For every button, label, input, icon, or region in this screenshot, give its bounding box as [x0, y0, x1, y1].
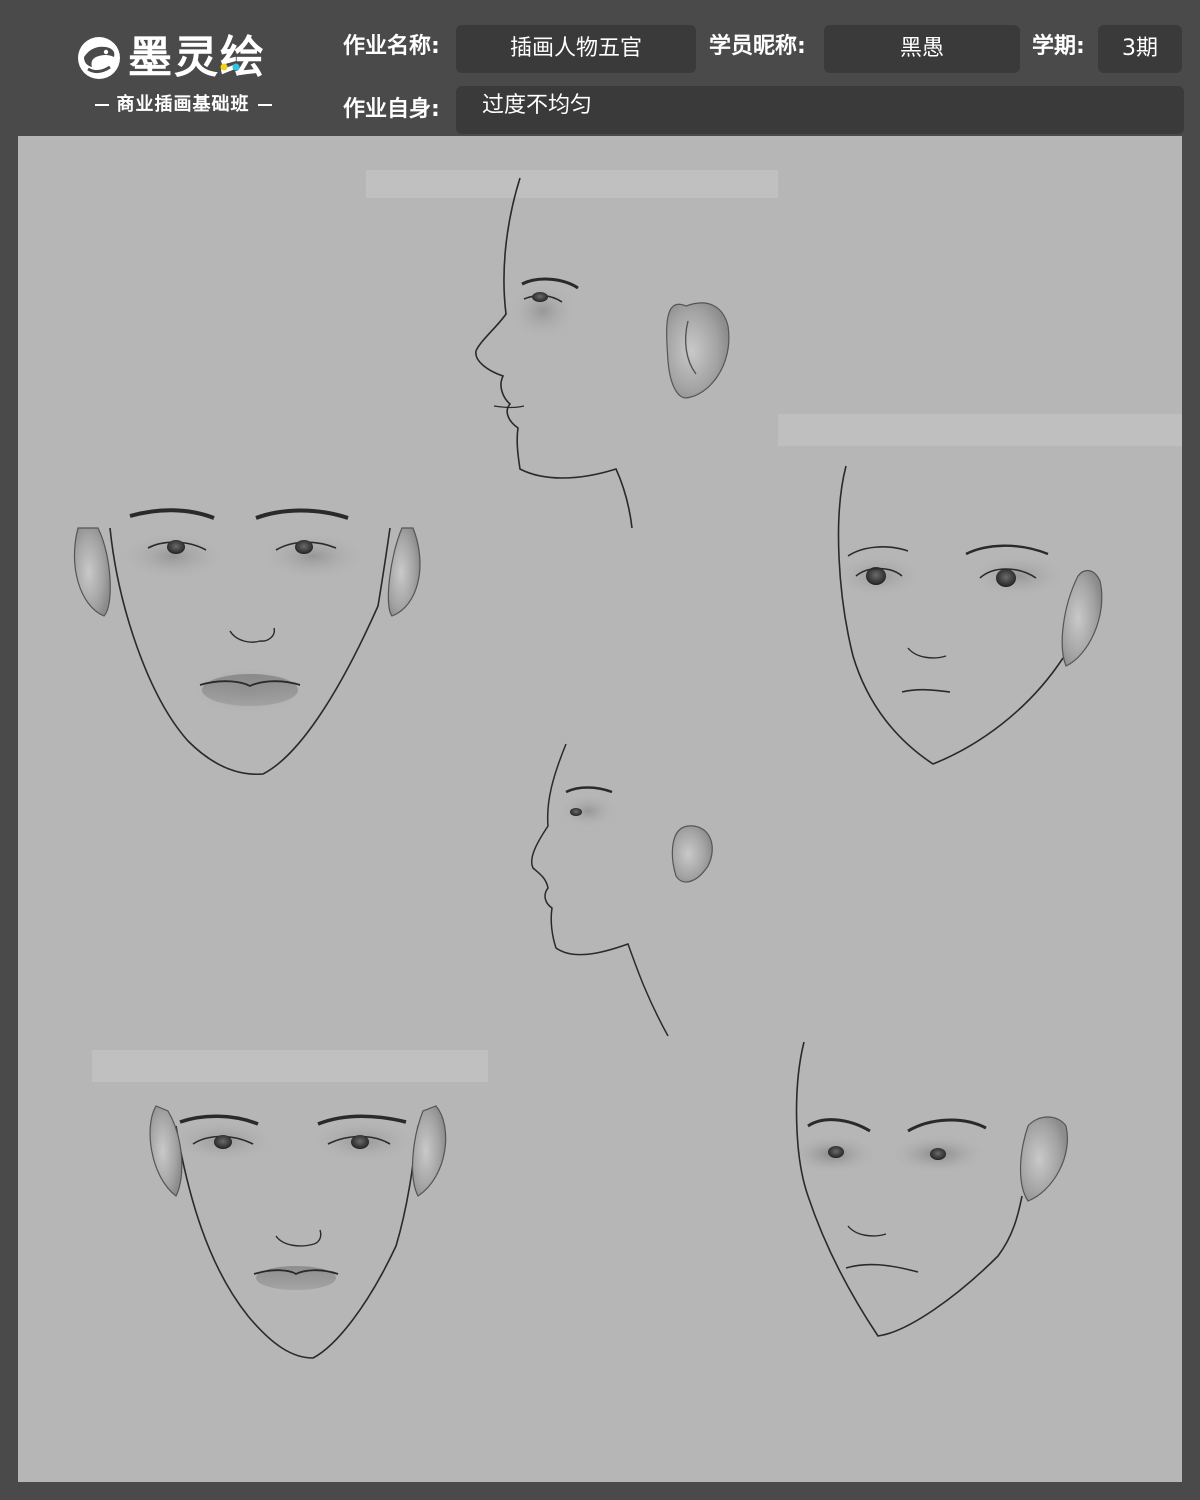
face-front-left	[73, 508, 421, 776]
student-nickname-field[interactable]: 黑愚	[824, 25, 1020, 73]
face-front-bottom-left	[149, 1105, 447, 1359]
self-review-field[interactable]: 过度不均匀	[456, 86, 1184, 134]
assignment-name-field[interactable]: 插画人物五官	[456, 25, 696, 73]
logo-sub-dash-left	[94, 104, 109, 106]
self-review-label: 作业自身:	[343, 97, 440, 122]
face-profile-middle	[531, 743, 713, 1037]
assignment-name-label: 作业名称:	[343, 34, 440, 59]
face-threequarter-right	[833, 465, 1103, 765]
artwork-canvas	[18, 136, 1182, 1482]
face-front-bottom-right	[788, 1041, 1068, 1337]
logo: 墨灵绘 商业插画基础班	[70, 30, 300, 125]
logo-subtitle: 商业插画基础班	[76, 92, 290, 118]
face-studies-artwork	[73, 170, 1182, 1359]
term-label: 学期:	[1032, 34, 1085, 59]
header: 墨灵绘 商业插画基础班 作业名称: 插画人物五官 学员昵称: 黑愚 学期: 3期…	[0, 0, 1200, 136]
term-field[interactable]: 3期	[1098, 25, 1182, 73]
texture-strips	[92, 170, 1182, 1082]
logo-title: 墨灵绘	[128, 32, 266, 83]
face-profile-top	[475, 177, 730, 529]
student-nickname-label: 学员昵称:	[709, 34, 806, 59]
ink-dragon-icon	[78, 37, 120, 79]
logo-subtitle-text: 商业插画基础班	[116, 94, 250, 115]
logo-sub-dash-right	[257, 104, 272, 106]
logo-accent-dots	[220, 63, 240, 71]
